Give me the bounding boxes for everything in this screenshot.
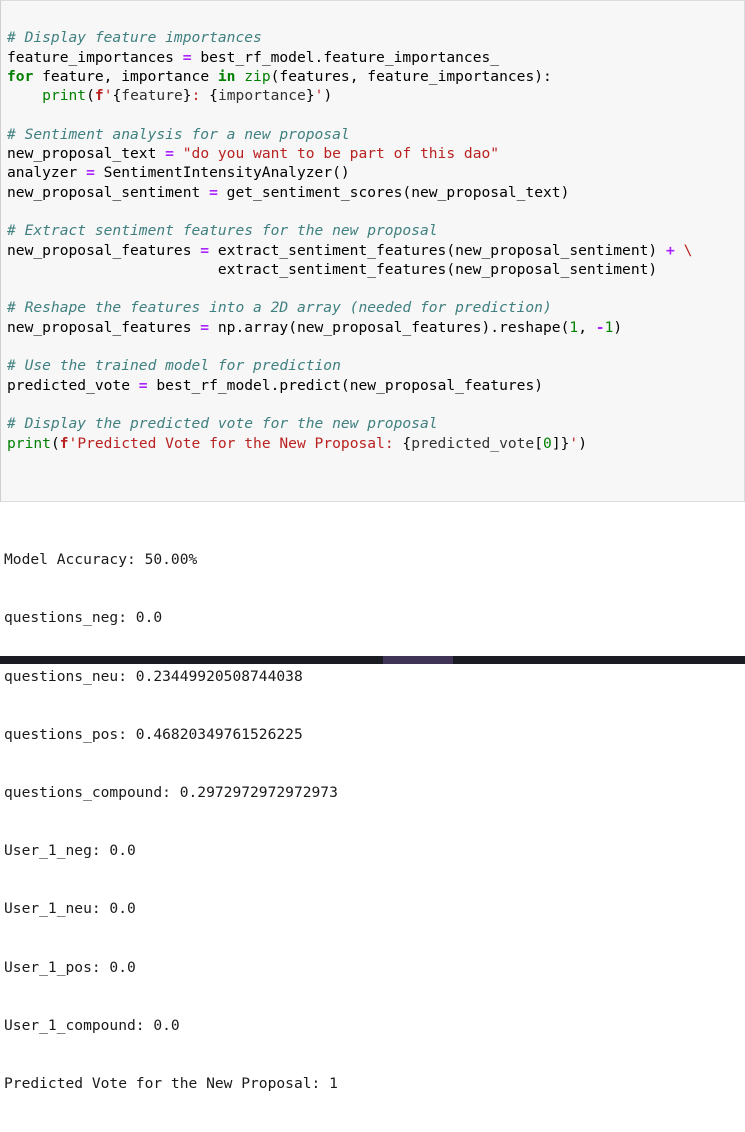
comment-token: # Extract sentiment features for the new… (7, 222, 438, 240)
code-line: feature_importances = best_rf_model.feat… (7, 48, 500, 66)
taskbar-active-window-indicator[interactable] (383, 656, 453, 664)
code-line: new_proposal_features = np.array(new_pro… (7, 318, 623, 336)
output-line-questions-compound: questions_compound: 0.2972972972972973 (4, 784, 338, 802)
output-line-model-accuracy: Model Accuracy: 50.00% (4, 551, 198, 569)
output-line-user1-pos: User_1_pos: 0.0 (4, 958, 136, 976)
code-line: new_proposal_sentiment = get_sentiment_s… (7, 183, 570, 201)
comment-token: # Sentiment analysis for a new proposal (7, 125, 350, 143)
output-line-predicted-vote: Predicted Vote for the New Proposal: 1 (4, 1075, 338, 1093)
code-line: # Extract sentiment features for the new… (7, 221, 744, 240)
code-line: predicted_vote = best_rf_model.predict(n… (7, 376, 544, 394)
cell-output: Model Accuracy: 50.00% questions_neg: 0.… (0, 502, 745, 1132)
code-line: # Use the trained model for prediction (7, 356, 744, 375)
output-line-user1-neg: User_1_neg: 0.0 (4, 842, 136, 860)
output-line-questions-neu: questions_neu: 0.23449920508744038 (4, 667, 303, 685)
comment-token: # Use the trained model for prediction (7, 357, 341, 375)
output-line-user1-compound: User_1_compound: 0.0 (4, 1016, 180, 1034)
output-line-user1-neu: User_1_neu: 0.0 (4, 900, 136, 918)
desktop-taskbar-sliver[interactable] (0, 656, 745, 664)
comment-token: # Display the predicted vote for the new… (7, 415, 438, 433)
code-cell[interactable]: # Display feature importances feature_imp… (0, 0, 745, 503)
notebook-page: # Display feature importances feature_imp… (0, 0, 745, 1132)
code-source[interactable]: # Display feature importances feature_imp… (1, 9, 744, 491)
code-line: # Display feature importances (7, 28, 744, 47)
code-line: for feature, importance in zip(features,… (7, 67, 552, 85)
comment-token: # Reshape the features into a 2D array (… (7, 299, 552, 317)
code-line: new_proposal_features = extract_sentimen… (7, 241, 693, 259)
code-line: new_proposal_text = "do you want to be p… (7, 145, 500, 163)
output-line-questions-neg: questions_neg: 0.0 (4, 609, 163, 627)
code-line: # Reshape the features into a 2D array (… (7, 298, 744, 317)
code-line: extract_sentiment_features(new_proposal_… (7, 260, 658, 278)
output-line-questions-pos: questions_pos: 0.46820349761526225 (4, 725, 303, 743)
code-line: # Sentiment analysis for a new proposal (7, 125, 744, 144)
code-line: analyzer = SentimentIntensityAnalyzer() (7, 164, 350, 182)
code-line: print(f'Predicted Vote for the New Propo… (7, 434, 587, 452)
code-line: print(f'{feature}: {importance}') (42, 87, 333, 105)
comment-token: # Display feature importances (7, 29, 262, 47)
code-line: # Display the predicted vote for the new… (7, 414, 744, 433)
